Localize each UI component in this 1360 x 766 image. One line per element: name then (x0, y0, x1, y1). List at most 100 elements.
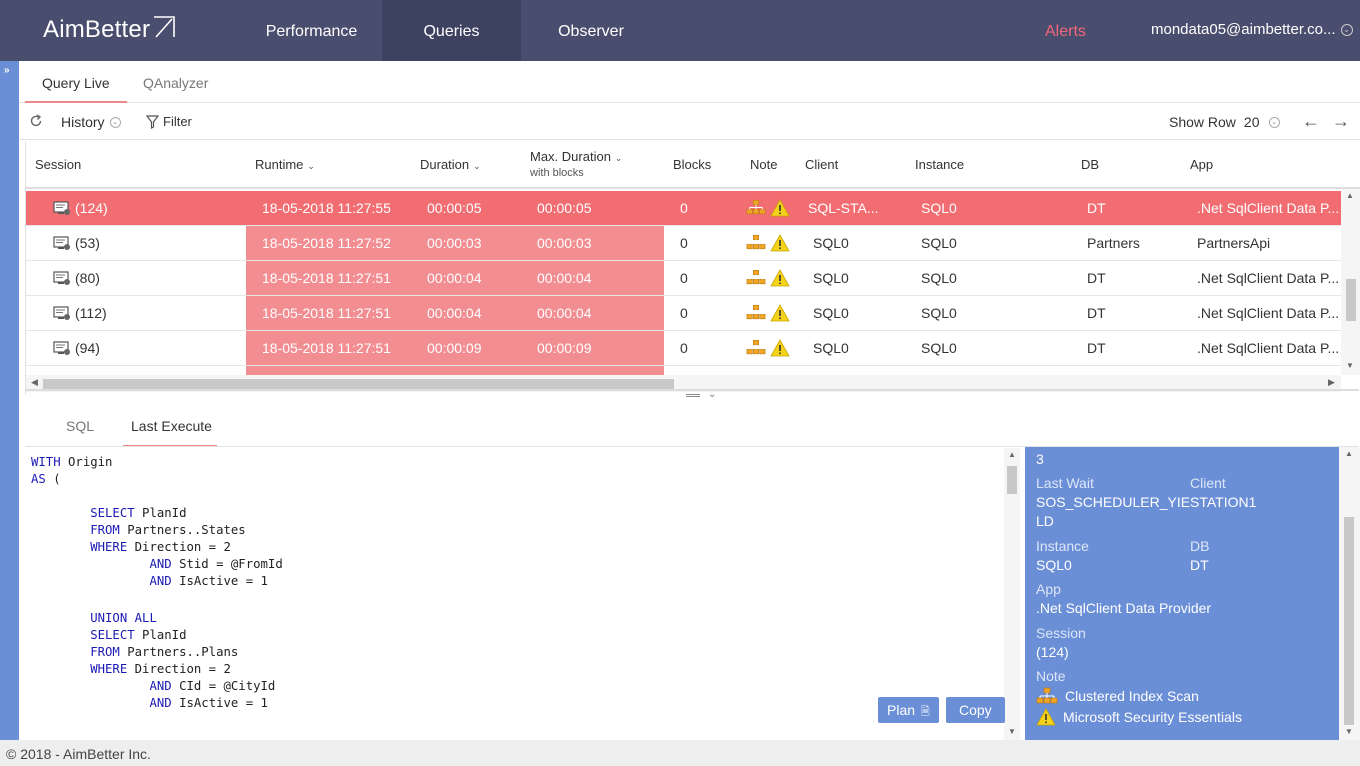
cell-note[interactable] (746, 234, 791, 252)
sort-down-icon: ⌄ (307, 161, 315, 171)
scroll-down-icon[interactable]: ▼ (1346, 361, 1354, 370)
main-panel: Query Live QAnalyzer History ⌄ Filter Sh… (19, 61, 1360, 740)
next-page-arrow-icon[interactable]: → (1332, 111, 1350, 132)
table-row[interactable]: (112) 18-05-2018 11:27:51 00:00:04 00:00… (26, 296, 1341, 331)
scroll-thumb[interactable] (1344, 517, 1354, 725)
expand-sidebar-icon[interactable]: » (4, 65, 10, 76)
sql-text-area[interactable]: WITH Origin AS ( SELECT PlanId FROM Partn… (25, 448, 1010, 740)
scroll-left-icon[interactable]: ◀ (31, 377, 38, 388)
sql-text: Origin (60, 455, 113, 469)
col-db[interactable]: DB (1081, 157, 1099, 172)
show-row-label: Show Row (1169, 114, 1236, 130)
scroll-down-icon[interactable]: ▼ (1345, 727, 1353, 736)
show-row-selector[interactable]: Show Row 20 ⌄ (1169, 114, 1280, 130)
pane-splitter[interactable]: ⌄ (25, 389, 1359, 403)
sql-line: FROM Partners..Plans (31, 644, 238, 661)
scroll-down-icon[interactable]: ▼ (1008, 727, 1016, 736)
nav-tab-queries[interactable]: Queries (382, 0, 521, 61)
cell-duration: 00:00:09 (427, 340, 482, 356)
col-max-duration-label: Max. Duration (530, 149, 611, 164)
client-label: Client (1190, 475, 1226, 491)
session-value: (124) (1036, 644, 1069, 660)
sql-line: SELECT PlanId (31, 505, 186, 522)
scroll-up-icon[interactable]: ▲ (1346, 191, 1354, 200)
copy-button[interactable]: Copy (946, 697, 1005, 723)
session-icon (53, 306, 70, 320)
sql-line: SELECT PlanId (31, 627, 186, 644)
sql-line: AND CId = @CityId (31, 678, 275, 695)
warning-icon (770, 199, 790, 217)
tab-qanalyzer[interactable]: QAnalyzer (143, 75, 208, 91)
cell-note[interactable] (746, 304, 791, 322)
tab-sql[interactable]: SQL (66, 418, 94, 434)
grid-toolbar: History ⌄ Filter Show Row 20 ⌄ ← → (19, 104, 1360, 140)
nav-tab-performance[interactable]: Performance (246, 0, 377, 61)
cell-max-duration: 00:00:04 (537, 270, 592, 286)
user-menu[interactable]: mondata05@aimbetter.co... ⌄ (1151, 21, 1353, 38)
sql-keyword: AND (31, 679, 172, 693)
table-row[interactable]: (94) 18-05-2018 11:27:51 00:00:09 00:00:… (26, 331, 1341, 366)
logo[interactable]: AimBetter (43, 16, 176, 44)
note-1-text: Clustered Index Scan (1065, 688, 1199, 704)
cell-note[interactable] (746, 269, 791, 287)
scroll-thumb[interactable] (1346, 279, 1356, 321)
col-duration[interactable]: Duration ⌄ (420, 157, 481, 172)
cell-client: SQL0 (813, 235, 849, 251)
alerts-link[interactable]: Alerts (1045, 23, 1086, 41)
scroll-thumb[interactable] (1007, 466, 1017, 494)
cell-instance: SQL0 (921, 200, 957, 216)
refresh-icon[interactable] (29, 114, 43, 128)
cell-duration: 00:00:05 (427, 200, 482, 216)
tab-last-execute[interactable]: Last Execute (131, 418, 212, 434)
cell-runtime: 18-05-2018 11:27:55 (262, 200, 391, 216)
cell-client: SQL0 (813, 305, 849, 321)
cell-note[interactable] (746, 339, 791, 357)
col-client[interactable]: Client (805, 157, 838, 172)
cell-runtime: 18-05-2018 11:27:51 (262, 270, 391, 286)
show-row-value: 20 (1243, 114, 1260, 130)
sql-vertical-scrollbar[interactable]: ▲ ▼ (1004, 448, 1020, 740)
logo-text: AimBetter (43, 16, 151, 43)
cell-instance: SQL0 (921, 340, 957, 356)
history-dropdown[interactable]: History ⌄ (61, 114, 121, 130)
cell-app: .Net SqlClient Data P... (1197, 305, 1340, 321)
table-row[interactable]: (80) 18-05-2018 11:27:51 00:00:04 00:00:… (26, 261, 1341, 296)
grid-vertical-scrollbar[interactable]: ▲ ▼ (1341, 189, 1360, 375)
app-value: .Net SqlClient Data Provider (1036, 600, 1212, 616)
chevron-down-icon[interactable]: ⌄ (708, 389, 716, 400)
col-instance[interactable]: Instance (915, 157, 964, 172)
session-icon (53, 236, 70, 250)
sql-line: FROM Partners..States (31, 522, 245, 539)
scroll-up-icon[interactable]: ▲ (1008, 450, 1016, 459)
splitter-grip[interactable] (686, 394, 700, 397)
col-max-duration[interactable]: Max. Duration ⌄ with blocks (530, 149, 622, 179)
scroll-thumb[interactable] (43, 379, 674, 389)
nav-tab-observer[interactable]: Observer (526, 0, 656, 61)
filter-button[interactable]: Filter (146, 114, 192, 129)
table-row[interactable]: (53) 18-05-2018 11:27:52 00:00:03 00:00:… (26, 226, 1341, 261)
col-note[interactable]: Note (750, 157, 777, 172)
db-value: DT (1190, 557, 1209, 573)
top-nav: AimBetter Performance Queries Observer A… (0, 0, 1360, 61)
col-session[interactable]: Session (35, 157, 81, 172)
col-runtime[interactable]: Runtime ⌄ (255, 157, 315, 172)
note-item-security: Microsoft Security Essentials (1036, 708, 1242, 726)
sort-down-icon: ⌄ (473, 161, 481, 171)
sidebar-collapsed: » (0, 61, 19, 740)
scroll-up-icon[interactable]: ▲ (1345, 449, 1353, 458)
cell-app: .Net SqlClient Data P... (1197, 200, 1340, 216)
cell-note[interactable] (746, 199, 791, 217)
tab-query-live[interactable]: Query Live (42, 75, 110, 91)
col-app[interactable]: App (1190, 157, 1213, 172)
plan-button[interactable]: Plan 🗎 (878, 697, 939, 723)
col-blocks[interactable]: Blocks (673, 157, 711, 172)
last-wait-value-line2: LD (1036, 513, 1054, 529)
prev-page-arrow-icon[interactable]: ← (1302, 111, 1320, 132)
scroll-right-icon[interactable]: ▶ (1328, 377, 1335, 388)
table-row[interactable]: (124) 18-05-2018 11:27:55 00:00:05 00:00… (26, 191, 1341, 226)
sql-line: AND Stid = @FromId (31, 556, 282, 573)
details-vertical-scrollbar[interactable]: ▲ ▼ (1339, 447, 1360, 740)
sql-keyword: WHERE (31, 540, 128, 554)
instance-label: Instance (1036, 538, 1089, 554)
sql-text: IsActive = 1 (171, 696, 268, 710)
